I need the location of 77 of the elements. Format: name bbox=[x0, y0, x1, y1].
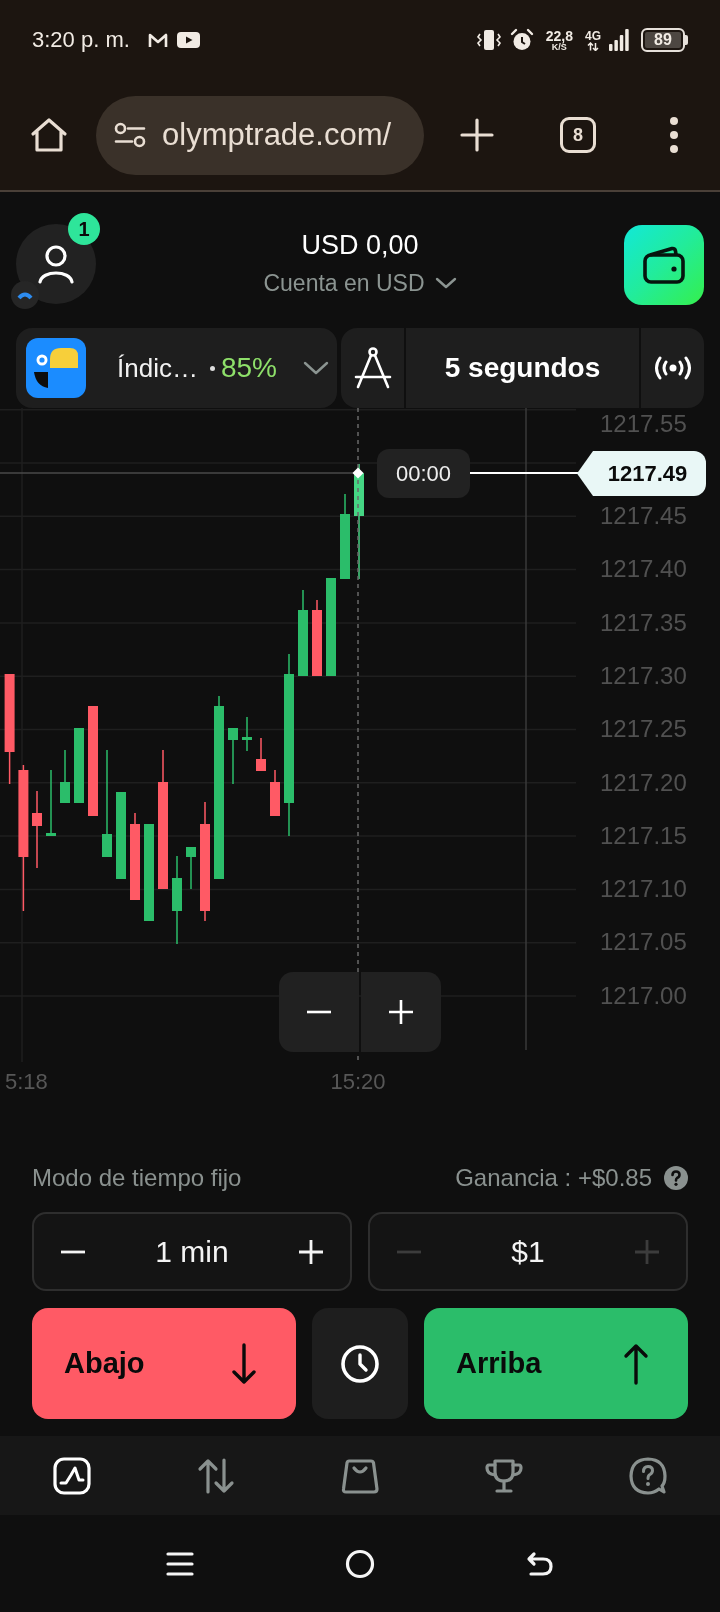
y-axis-label: 1217.00 bbox=[600, 981, 687, 1010]
help-icon[interactable] bbox=[664, 1166, 688, 1190]
timeframe-button[interactable]: 5 segundos bbox=[406, 328, 639, 408]
balance-amount: USD 0,00 bbox=[301, 229, 419, 262]
address-bar[interactable]: olymptrade.com/ bbox=[96, 95, 424, 175]
url-text: olymptrade.com/ bbox=[162, 117, 392, 153]
site-settings-icon[interactable] bbox=[114, 122, 146, 148]
timer-button[interactable] bbox=[312, 1308, 408, 1419]
y-axis-label: 1217.10 bbox=[600, 875, 687, 904]
wallet-button[interactable] bbox=[624, 225, 704, 305]
home-circle-icon[interactable] bbox=[345, 1548, 375, 1579]
broadcast-icon bbox=[652, 356, 693, 380]
notification-badge: 1 bbox=[68, 213, 100, 245]
network-type: 4G bbox=[585, 29, 601, 42]
recent-apps-icon[interactable] bbox=[166, 1550, 194, 1577]
candlestick bbox=[46, 770, 56, 836]
arrow-up-icon bbox=[622, 1341, 650, 1386]
y-axis-label: 1217.30 bbox=[600, 661, 687, 690]
up-button[interactable]: Arriba bbox=[424, 1308, 688, 1419]
clock-icon bbox=[340, 1343, 380, 1384]
account-selector[interactable]: Cuenta en USD bbox=[263, 268, 457, 298]
menu-icon[interactable] bbox=[670, 117, 678, 153]
data-rate-unit: K/S bbox=[551, 42, 567, 52]
chevron-down-icon bbox=[434, 277, 457, 289]
separator-dot-icon bbox=[209, 365, 215, 371]
candlestick bbox=[242, 717, 252, 751]
stepper-value: $1 bbox=[510, 1234, 546, 1269]
arrow-down-icon bbox=[230, 1341, 258, 1386]
x-axis-label: 5:18 bbox=[5, 1068, 48, 1096]
stepper-value: 1 min bbox=[154, 1234, 230, 1269]
signals-button[interactable] bbox=[641, 328, 704, 408]
candlestick bbox=[256, 738, 266, 771]
plus-icon bbox=[388, 999, 414, 1025]
help-bubble-icon[interactable] bbox=[628, 1455, 668, 1496]
data-rate: 22,8 bbox=[545, 28, 573, 43]
rank-icon bbox=[11, 281, 39, 309]
home-icon[interactable] bbox=[30, 117, 68, 153]
chart-icon[interactable] bbox=[52, 1455, 92, 1496]
profit-label: Ganancia : +$0.85 bbox=[455, 1164, 652, 1192]
mail-icon bbox=[147, 31, 168, 49]
x-axis-label: 15:20 bbox=[330, 1068, 386, 1096]
candlestick bbox=[60, 750, 70, 803]
chevron-down-icon bbox=[303, 361, 329, 375]
candlestick bbox=[270, 770, 280, 816]
candlestick bbox=[228, 728, 238, 784]
y-axis-label: 1217.45 bbox=[600, 502, 687, 530]
video-play-icon bbox=[176, 32, 200, 48]
back-icon[interactable] bbox=[526, 1550, 554, 1577]
signal-icon bbox=[609, 29, 629, 51]
y-axis-label: 1217.55 bbox=[600, 410, 687, 438]
y-axis-label: 1217.25 bbox=[600, 715, 687, 744]
asset-name: Índic… bbox=[117, 352, 198, 384]
compass-icon bbox=[352, 346, 393, 390]
y-axis-label: 1217.20 bbox=[600, 768, 687, 797]
trade-mode-label: Modo de tiempo fijo bbox=[32, 1164, 242, 1192]
bird-logo-icon bbox=[26, 338, 86, 398]
countdown-label: 00:00 bbox=[377, 449, 470, 498]
data-arrows-icon bbox=[587, 41, 599, 51]
zoom-in-button[interactable] bbox=[361, 972, 441, 1052]
wallet-icon bbox=[642, 245, 686, 285]
current-price-label: 1217.49 bbox=[577, 451, 706, 496]
price-marker-icon bbox=[352, 467, 364, 479]
alarm-icon bbox=[509, 28, 534, 52]
status-time: 3:20 p. m. bbox=[32, 27, 130, 53]
y-axis-label: 1217.05 bbox=[600, 928, 687, 957]
vibrate-icon bbox=[475, 28, 502, 52]
payout-percent: 85% bbox=[220, 352, 277, 384]
y-axis-label: 1217.15 bbox=[600, 821, 687, 850]
down-button[interactable]: Abajo bbox=[32, 1308, 296, 1419]
drawing-tools-button[interactable] bbox=[341, 328, 404, 408]
y-axis-label: 1217.40 bbox=[600, 555, 687, 584]
candlestick bbox=[186, 847, 196, 889]
asset-selector[interactable]: Índic… 85% bbox=[16, 328, 337, 408]
y-axis-label: 1217.35 bbox=[600, 608, 687, 637]
tab-count-button[interactable]: 8 bbox=[560, 117, 596, 153]
minus-icon bbox=[306, 1010, 332, 1014]
battery-indicator: 89 bbox=[641, 28, 688, 52]
